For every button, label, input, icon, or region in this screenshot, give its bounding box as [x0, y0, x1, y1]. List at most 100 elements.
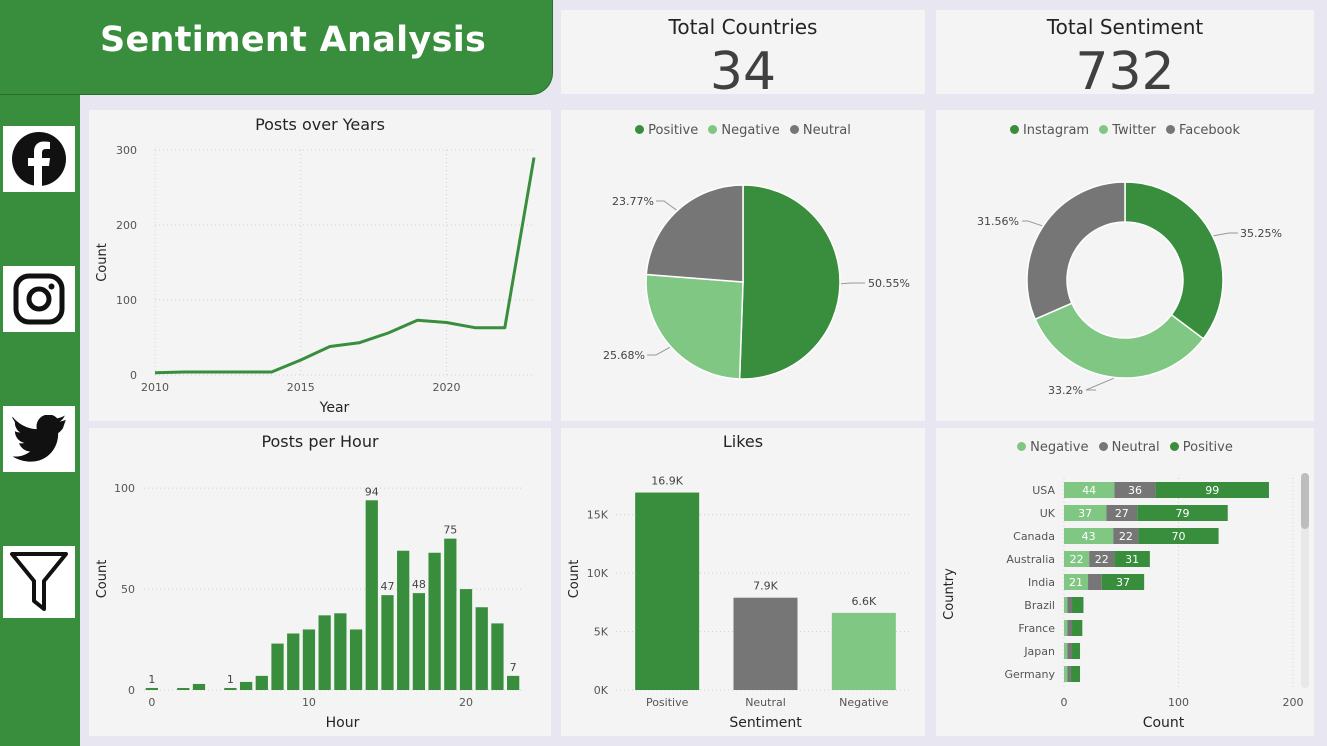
data-label: 43	[1082, 530, 1096, 543]
instagram-icon	[13, 273, 65, 325]
scrollbar[interactable]	[1301, 473, 1309, 688]
slice-label: 35.25%	[1240, 227, 1282, 240]
total-sentiment-label: Total Sentiment	[1046, 15, 1204, 39]
y-axis-label: Count	[95, 560, 110, 599]
y-tick-label: 100	[116, 294, 137, 307]
x-tick-label: 2010	[141, 381, 169, 394]
bar	[459, 589, 473, 690]
data-label: 37	[1116, 576, 1130, 589]
slice-label: 31.56%	[977, 215, 1019, 228]
bar	[365, 500, 378, 690]
bar-segment	[1072, 597, 1084, 613]
data-label: 1	[227, 673, 234, 686]
facebook-icon	[12, 132, 66, 187]
bar-segment	[1072, 620, 1083, 636]
y-tick-label: 300	[116, 144, 137, 157]
bar-segment	[1070, 666, 1081, 682]
y-tick-label: Japan	[1023, 645, 1055, 658]
data-label: 1	[148, 673, 155, 686]
bar	[428, 552, 441, 690]
sidebar	[0, 0, 80, 746]
platform-donut-panel: Instagram Twitter Facebook 35.25% 33.2% 31…	[936, 110, 1314, 421]
sentiment-pie-chart: 50.55% 25.68% 23.77%	[603, 184, 910, 380]
total-countries-label: Total Countries	[668, 15, 818, 39]
x-tick-label: 200	[1283, 696, 1304, 709]
bar	[302, 629, 316, 690]
bar	[831, 612, 896, 690]
bar	[318, 615, 331, 690]
bar	[177, 687, 190, 690]
y-tick-label: USA	[1032, 484, 1055, 497]
country-chart: 0 100 200 USA 44 36 99 UK 37 27 79 Canada 43 22 70 Aust…	[942, 478, 1304, 731]
pie-slice	[645, 273, 744, 380]
bar	[444, 538, 457, 690]
pie-slice	[1124, 181, 1224, 340]
bar-segment	[1072, 643, 1081, 659]
data-label: 22	[1095, 553, 1109, 566]
x-tick-label: Positive	[646, 696, 689, 709]
x-tick-label: 0	[1061, 696, 1068, 709]
sentiment-pie-panel: Positive Negative Neutral 50.55% 25.68% 23…	[561, 110, 925, 421]
scrollbar-thumb[interactable]	[1301, 473, 1309, 529]
x-tick-label: 20	[459, 696, 473, 709]
data-label: 44	[1082, 484, 1096, 497]
data-label: 70	[1172, 530, 1186, 543]
bar	[507, 675, 520, 690]
y-tick-label: France	[1018, 622, 1055, 635]
bar	[255, 675, 268, 690]
bar	[287, 633, 300, 690]
slice-label: 33.2%	[1048, 384, 1083, 397]
x-axis-label: Sentiment	[729, 715, 802, 731]
y-tick-label: India	[1028, 576, 1055, 589]
likes-panel: Likes 0K 5K 10K 15K 16.9K Positive 7.9K Neutral…	[561, 428, 925, 736]
x-tick-label: 0	[148, 696, 155, 709]
pie-slice	[1026, 181, 1126, 321]
leader-line	[1213, 232, 1238, 237]
y-tick-label: 0	[128, 684, 135, 697]
data-label: 31	[1125, 553, 1139, 566]
bar-segment	[1064, 620, 1068, 636]
total-countries-value: 34	[709, 42, 777, 102]
bar	[145, 687, 158, 690]
facebook-nav-button[interactable]	[3, 126, 75, 192]
bar	[491, 623, 504, 690]
platform-donut-chart: 35.25% 33.2% 31.56%	[977, 181, 1282, 397]
bar-segment	[1088, 574, 1102, 590]
bar-segment	[1067, 666, 1071, 682]
x-tick-label: 2015	[287, 381, 315, 394]
pie-slice	[738, 184, 841, 380]
filter-icon	[10, 552, 68, 611]
x-axis-label: Hour	[326, 715, 360, 731]
y-axis-label: Country	[942, 568, 957, 620]
slice-label: 25.68%	[603, 349, 645, 362]
y-tick-label: 10K	[587, 567, 609, 580]
twitter-nav-button[interactable]	[3, 406, 75, 472]
y-tick-label: 50	[121, 583, 135, 596]
bar-segment	[1064, 666, 1068, 682]
data-label: 22	[1070, 553, 1084, 566]
leader-line	[840, 282, 865, 285]
data-label: 6.6K	[851, 595, 876, 608]
y-tick-label: Australia	[1006, 553, 1055, 566]
slice-label: 50.55%	[868, 277, 910, 290]
bar-segment	[1067, 597, 1073, 613]
bar	[635, 492, 700, 690]
data-label: 36	[1128, 484, 1142, 497]
data-label: 75	[443, 524, 457, 537]
bar-segment	[1064, 643, 1068, 659]
filter-nav-button[interactable]	[3, 546, 75, 618]
data-label: 7.9K	[753, 580, 778, 593]
bar-segment	[1064, 597, 1068, 613]
bar	[733, 597, 798, 690]
y-tick-label: 0	[130, 369, 137, 382]
y-tick-label: 15K	[587, 509, 609, 522]
y-tick-label: Germany	[1004, 668, 1055, 681]
instagram-nav-button[interactable]	[3, 266, 75, 332]
data-label: 21	[1069, 576, 1083, 589]
y-axis-label: Count	[567, 560, 582, 599]
x-tick-label: Negative	[839, 696, 889, 709]
posts-per-hour-chart: 0 50 100 0 10 20 1 1 94 47 48 75 7 Hour Count	[95, 482, 521, 731]
likes-chart: 0K 5K 10K 15K 16.9K Positive 7.9K Neutral 6.6K Ne…	[567, 475, 911, 731]
y-tick-label: 0K	[594, 684, 609, 697]
y-tick-label: 200	[116, 219, 137, 232]
